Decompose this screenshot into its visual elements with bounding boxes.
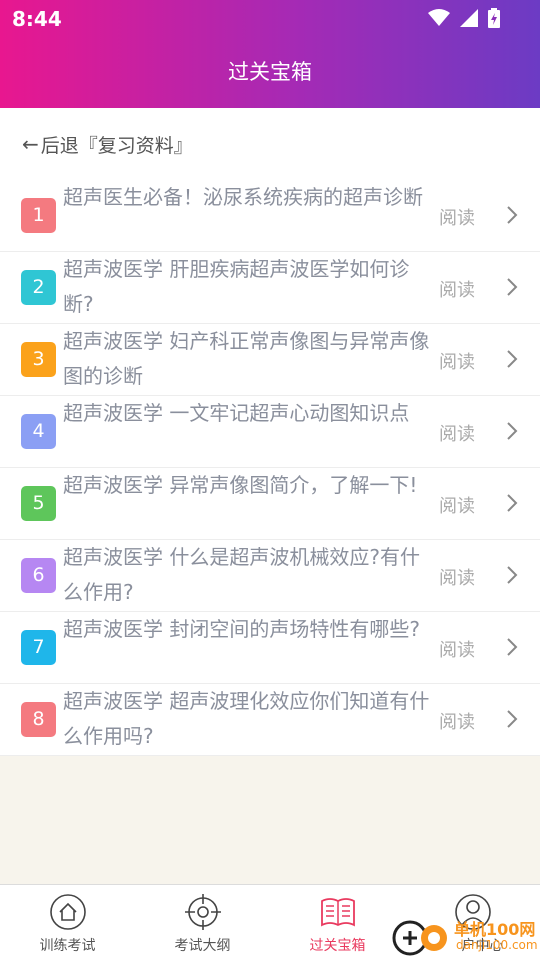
nav-label: 考试大纲	[174, 938, 231, 954]
read-label: 阅读	[439, 280, 475, 301]
nav-item-treasure[interactable]: 过关宝箱	[270, 885, 405, 961]
item-title: 超声波医学 什么是超声波机械效应?有什么作用?	[63, 545, 420, 604]
item-number-badge: 4	[21, 414, 56, 449]
item-number-badge: 1	[21, 198, 56, 233]
nav-item-training[interactable]: 训练考试	[0, 885, 135, 961]
chevron-right-icon	[507, 710, 518, 728]
item-title: 超声波医学 超声波理化效应你们知道有什么作用吗?	[63, 689, 430, 748]
back-button[interactable]: ← 后退『复习资料』	[0, 108, 540, 181]
nav-item-syllabus[interactable]: 考试大纲	[135, 885, 270, 961]
list-item[interactable]: 8 超声波医学 超声波理化效应你们知道有什么作用吗? 阅读	[0, 684, 540, 756]
watermark-text: 单机100网	[454, 920, 536, 939]
read-label: 阅读	[439, 640, 475, 661]
chevron-right-icon	[507, 350, 518, 368]
list-item[interactable]: 1 超声医生必备！泌尿系统疾病的超声诊断 阅读	[0, 180, 540, 252]
watermark-logo-icon	[392, 920, 447, 956]
read-label: 阅读	[439, 424, 475, 445]
list-item[interactable]: 5 超声波医学 异常声像图简介，了解一下! 阅读	[0, 468, 540, 540]
watermark: 单机100网 danji100.com	[392, 914, 540, 958]
read-label: 阅读	[439, 712, 475, 733]
item-number-badge: 7	[21, 630, 56, 665]
article-list: 1 超声医生必备！泌尿系统疾病的超声诊断 阅读 2 超声波医学 肝胆疾病超声波医学如何诊…	[0, 180, 540, 756]
nav-label: 训练考试	[39, 938, 96, 954]
page-title: 过关宝箱	[228, 60, 312, 84]
read-label: 阅读	[439, 352, 475, 373]
status-time: 8:44	[12, 7, 62, 31]
read-label: 阅读	[439, 568, 475, 589]
item-number-badge: 3	[21, 342, 56, 377]
nav-label: 过关宝箱	[309, 938, 366, 954]
status-icons	[428, 7, 500, 29]
watermark-sub: danji100.com	[456, 938, 538, 952]
read-label: 阅读	[439, 208, 475, 229]
list-item[interactable]: 4 超声波医学 一文牢记超声心动图知识点阅读	[0, 396, 540, 468]
chevron-right-icon	[507, 566, 518, 584]
back-arrow-icon: ←	[22, 132, 39, 156]
back-label: 后退『复习资料』	[40, 134, 193, 157]
chevron-right-icon	[507, 278, 518, 296]
chevron-right-icon	[507, 638, 518, 656]
item-title: 超声波医学 封闭空间的声场特性有哪些?	[63, 617, 420, 641]
book-icon	[321, 898, 355, 927]
home-icon	[50, 894, 86, 930]
battery-icon	[488, 8, 500, 28]
item-title: 超声波医学 一文牢记超声心动图知识点	[63, 401, 410, 425]
item-number-badge: 6	[21, 558, 56, 593]
list-item[interactable]: 6 超声波医学 什么是超声波机械效应?有什么作用? 阅读	[0, 540, 540, 612]
chevron-right-icon	[507, 494, 518, 512]
read-label: 阅读	[439, 496, 475, 517]
app-header: 8:44 过关宝箱	[0, 0, 540, 108]
item-number-badge: 8	[21, 702, 56, 737]
target-icon	[185, 894, 221, 930]
item-title: 超声波医学 异常声像图简介，了解一下!	[63, 473, 418, 497]
list-item[interactable]: 7 超声波医学 封闭空间的声场特性有哪些? 阅读	[0, 612, 540, 684]
item-number-badge: 2	[21, 270, 56, 305]
item-title: 超声波医学 肝胆疾病超声波医学如何诊断?	[63, 257, 410, 316]
chevron-right-icon	[507, 422, 518, 440]
item-title: 超声医生必备！泌尿系统疾病的超声诊断	[63, 185, 423, 209]
item-number-badge: 5	[21, 486, 56, 521]
list-item[interactable]: 2 超声波医学 肝胆疾病超声波医学如何诊断? 阅读	[0, 252, 540, 324]
item-title: 超声波医学 妇产科正常声像图与异常声像图的诊断	[63, 329, 430, 388]
wifi-icon	[428, 9, 450, 26]
chevron-right-icon	[507, 206, 518, 224]
list-item[interactable]: 3 超声波医学 妇产科正常声像图与异常声像图的诊断 阅读	[0, 324, 540, 396]
signal-icon	[460, 9, 478, 27]
